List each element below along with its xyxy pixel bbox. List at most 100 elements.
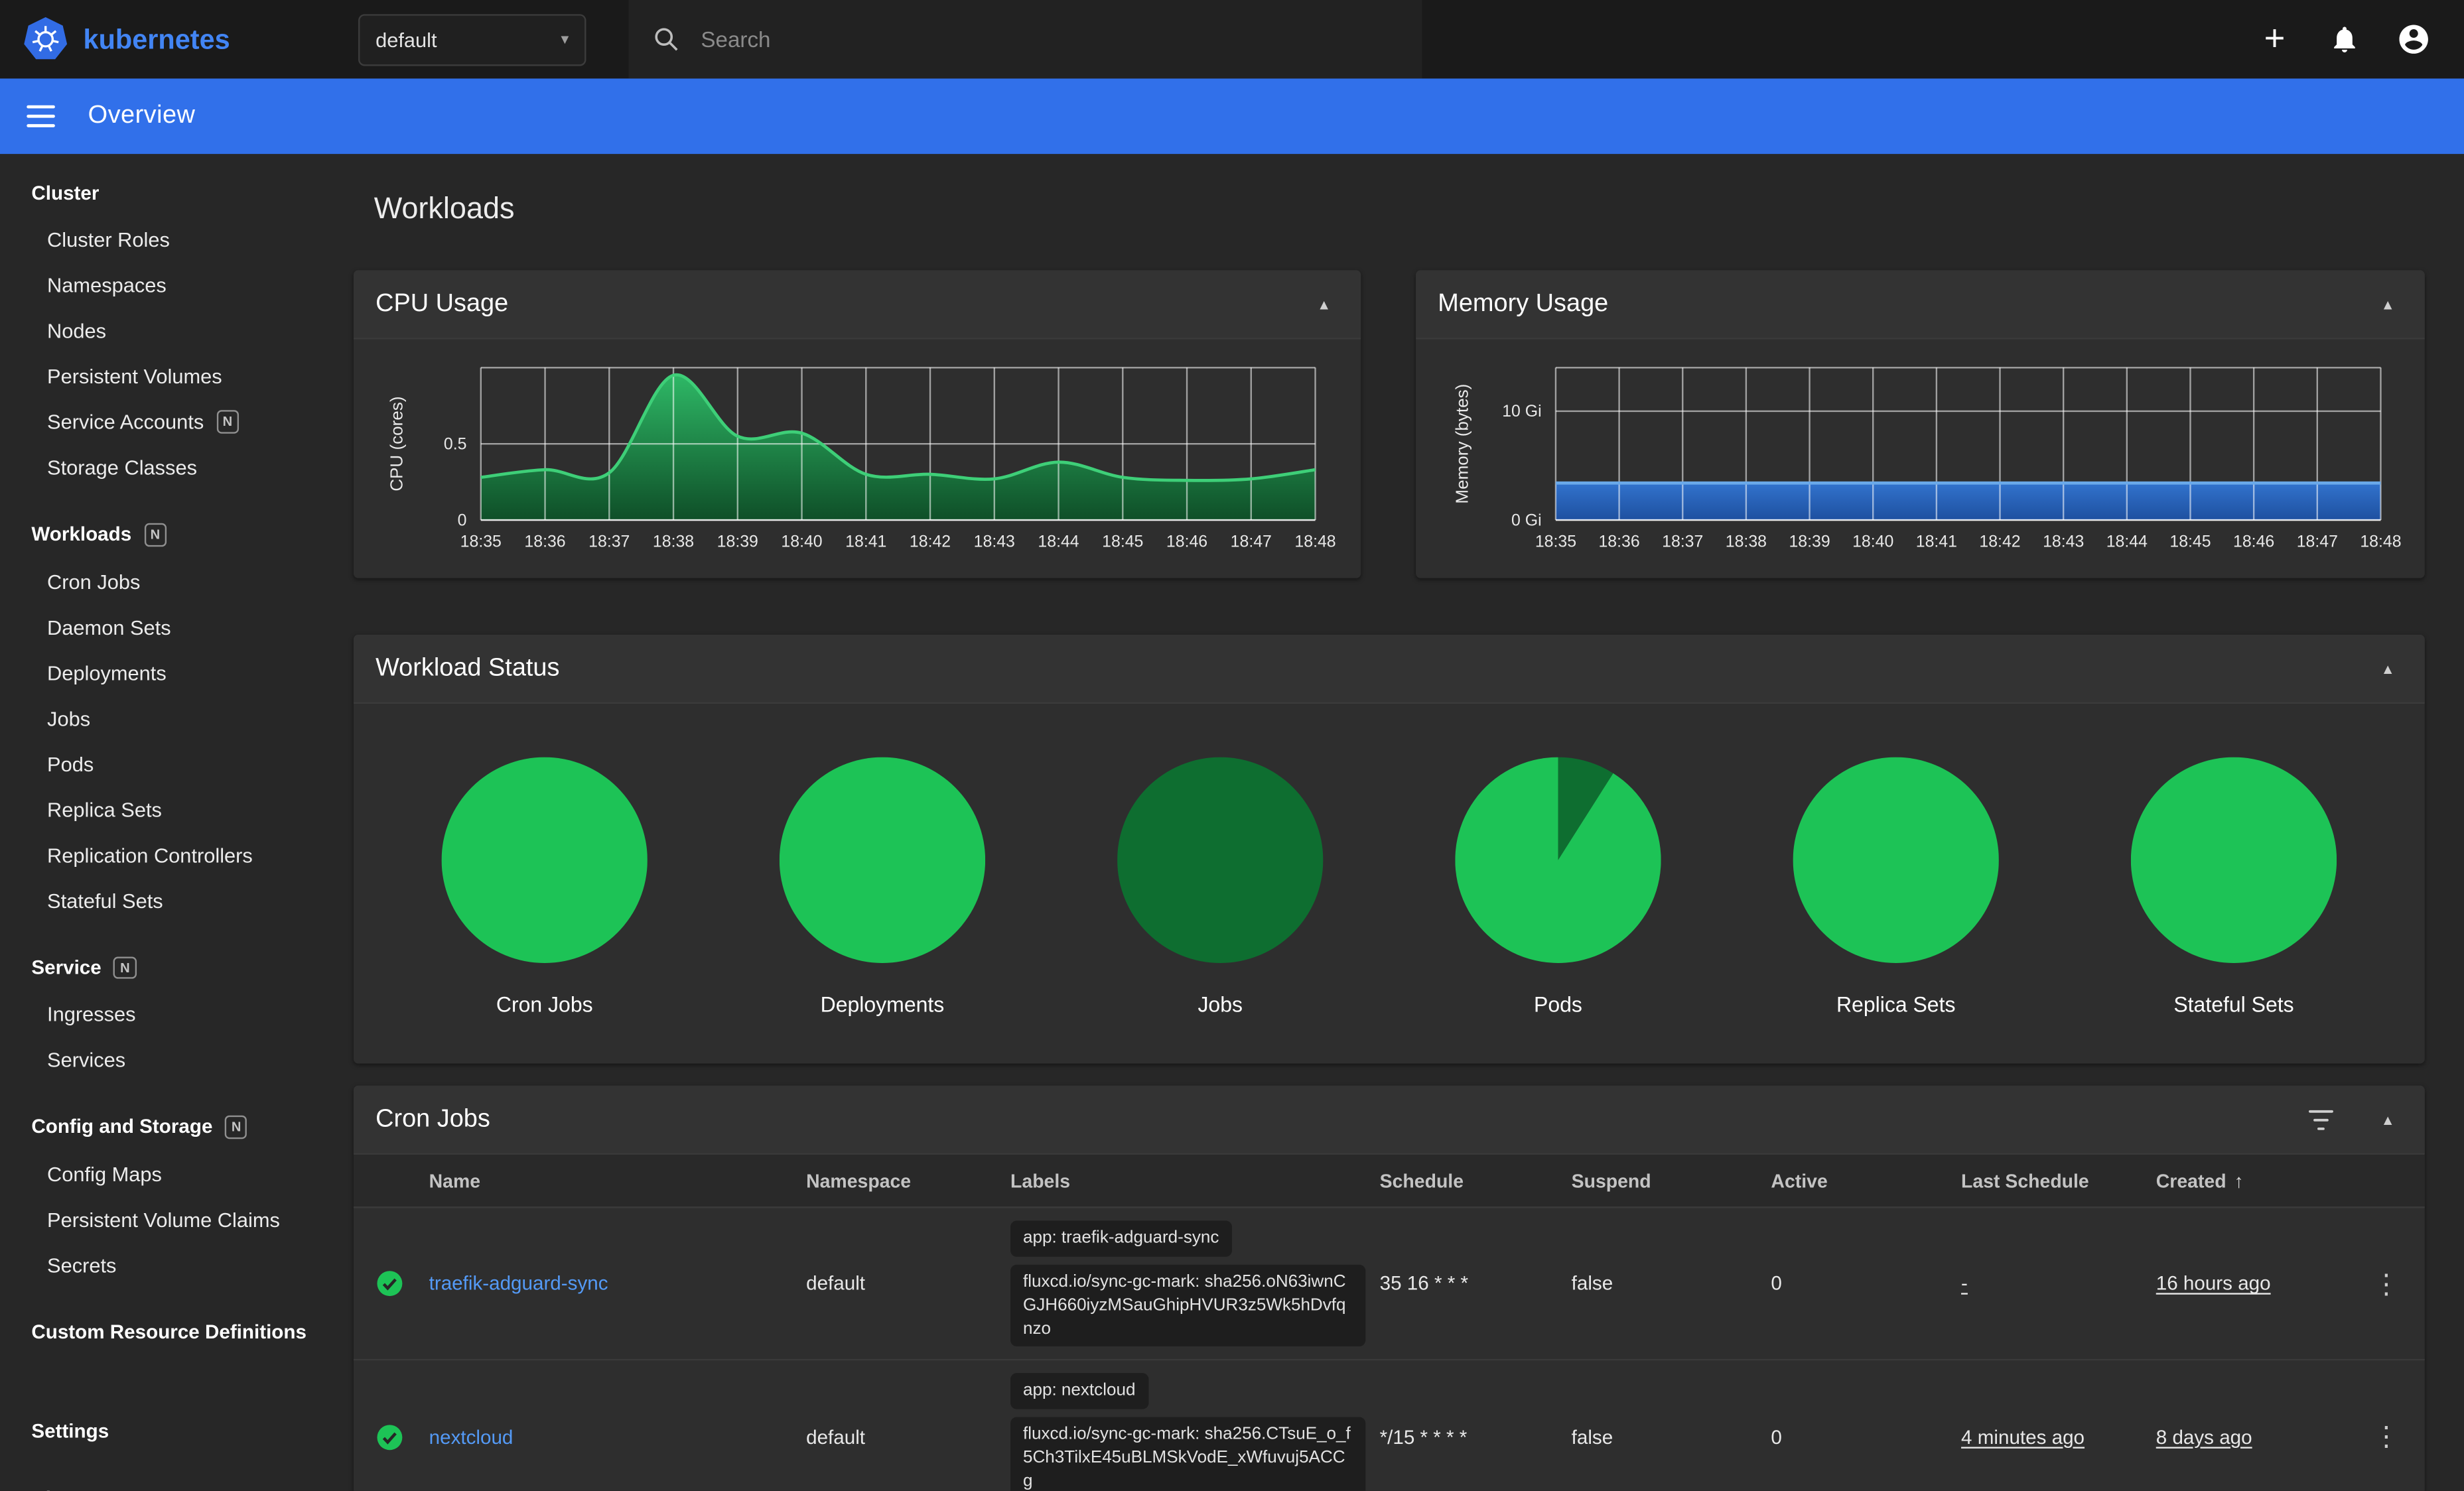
last-schedule-value: 4 minutes ago bbox=[1961, 1425, 2085, 1448]
sidebar-item-persistent-volumes[interactable]: Persistent Volumes bbox=[0, 354, 314, 399]
search-bar bbox=[628, 0, 1422, 79]
workload-status-card: Workload Status ▲ Cron Jobs Deployments Jo… bbox=[353, 634, 2425, 1064]
column-header-suspend[interactable]: Suspend bbox=[1572, 1169, 1771, 1191]
svg-text:18:42: 18:42 bbox=[910, 532, 951, 551]
column-header-active[interactable]: Active bbox=[1771, 1169, 1961, 1191]
last-schedule-cell: 4 minutes ago bbox=[1961, 1413, 2156, 1460]
sidebar-section-cluster: Cluster Cluster Roles Namespaces Nodes Persi… bbox=[0, 170, 314, 490]
column-header-schedule[interactable]: Schedule bbox=[1380, 1169, 1572, 1191]
cronjob-name-link[interactable]: traefik-adguard-sync bbox=[429, 1273, 608, 1295]
svg-text:18:39: 18:39 bbox=[717, 532, 758, 551]
filter-button[interactable] bbox=[2305, 1105, 2337, 1134]
usage-charts-row: CPU Usage ▲ 18:35 18:36 18:37 18:38 18:39 18:… bbox=[353, 270, 2425, 578]
sidebar-item-label: Stateful Sets bbox=[47, 888, 163, 912]
sidebar-item-label: Service Accounts bbox=[47, 410, 204, 434]
sidebar-item-label: Daemon Sets bbox=[47, 615, 171, 639]
sidebar-item-service-accounts[interactable]: Service Accounts N bbox=[0, 399, 314, 445]
sidebar-item-label: Cluster Roles bbox=[47, 227, 170, 251]
column-header-namespace[interactable]: Namespace bbox=[806, 1169, 1010, 1191]
sidebar-item-label: Deployments bbox=[47, 661, 167, 684]
svg-text:18:44: 18:44 bbox=[2106, 532, 2148, 551]
column-header-name[interactable]: Name bbox=[429, 1169, 806, 1191]
svg-text:18:46: 18:46 bbox=[1166, 532, 1207, 551]
svg-text:18:37: 18:37 bbox=[588, 532, 630, 551]
svg-text:18:38: 18:38 bbox=[1726, 532, 1767, 551]
sidebar-section-title: Cluster bbox=[31, 182, 100, 204]
column-header-label: Labels bbox=[1010, 1169, 1071, 1192]
sidebar-item-label: Secrets bbox=[47, 1252, 117, 1277]
sidebar-item-jobs[interactable]: Jobs bbox=[0, 695, 314, 741]
search-input[interactable] bbox=[701, 27, 1399, 52]
svg-text:18:36: 18:36 bbox=[524, 532, 565, 551]
workload-status-card-header: Workload Status ▲ bbox=[353, 634, 2425, 704]
kubernetes-dashboard: kubernetes default ▾ + bbox=[0, 0, 2464, 1491]
sidebar-item-stateful-sets[interactable]: Stateful Sets bbox=[0, 877, 314, 923]
column-header-label: Created bbox=[2156, 1169, 2226, 1192]
sidebar-item-cluster-roles[interactable]: Cluster Roles bbox=[0, 217, 314, 263]
sidebar-item-config-maps[interactable]: Config Maps bbox=[0, 1151, 314, 1197]
sidebar-section-title: Config and Storage bbox=[31, 1116, 213, 1138]
svg-text:18:48: 18:48 bbox=[2360, 532, 2401, 551]
account-circle-icon bbox=[2398, 25, 2428, 54]
collapse-memory-card-button[interactable]: ▲ bbox=[2378, 290, 2398, 318]
create-resource-button[interactable]: + bbox=[2244, 9, 2305, 70]
sidebar-item-replication-controllers[interactable]: Replication Controllers bbox=[0, 832, 314, 877]
notifications-button[interactable] bbox=[2313, 9, 2374, 70]
svg-text:18:40: 18:40 bbox=[1852, 532, 1893, 551]
pie-label: Replica Sets bbox=[1836, 992, 1956, 1017]
cronjob-name-link[interactable]: nextcloud bbox=[429, 1426, 513, 1448]
sidebar-item-label: Namespaces bbox=[47, 273, 167, 297]
cron-jobs-title: Cron Jobs bbox=[376, 1105, 490, 1132]
sidebar-item-label: Pods bbox=[47, 751, 94, 775]
brand-name: kubernetes bbox=[83, 23, 230, 54]
topbar-actions: + bbox=[2244, 9, 2464, 70]
sidebar-item-label: Storage Classes bbox=[47, 455, 198, 480]
svg-text:18:46: 18:46 bbox=[2233, 532, 2274, 551]
filter-icon bbox=[2309, 1109, 2334, 1130]
sidebar-item-about[interactable]: About bbox=[0, 1474, 314, 1491]
sidebar-item-pods[interactable]: Pods bbox=[0, 741, 314, 787]
kubernetes-logo-icon bbox=[24, 17, 68, 60]
sidebar-item-label: Persistent Volumes bbox=[47, 364, 222, 389]
row-menu-button[interactable]: ⋮ bbox=[2363, 1420, 2409, 1453]
sidebar-item-settings[interactable]: Settings bbox=[0, 1407, 314, 1454]
column-header-created[interactable]: Created ↑ bbox=[2156, 1169, 2361, 1191]
row-menu-button[interactable]: ⋮ bbox=[2363, 1267, 2409, 1301]
sidebar-item-persistent-volume-claims[interactable]: Persistent Volume Claims bbox=[0, 1197, 314, 1242]
cpu-usage-card: CPU Usage ▲ 18:35 18:36 18:37 18:38 18:39 18:… bbox=[353, 270, 1361, 578]
labels-cell: app: traefik-adguard-sync fluxcd.io/sync-… bbox=[1010, 1208, 1380, 1359]
collapse-cpu-card-button[interactable]: ▲ bbox=[1314, 290, 1334, 318]
sidebar-section-title: Workloads bbox=[31, 523, 132, 546]
sidebar-item-label: Persistent Volume Claims bbox=[47, 1207, 280, 1231]
sidebar-item-deployments[interactable]: Deployments bbox=[0, 649, 314, 695]
cpu-usage-chart: 18:35 18:36 18:37 18:38 18:39 18:40 18:41 18:42… bbox=[386, 367, 1336, 551]
column-header-last-schedule[interactable]: Last Schedule bbox=[1961, 1169, 2156, 1191]
sidebar-item-secrets[interactable]: Secrets bbox=[0, 1242, 314, 1287]
new-badge: N bbox=[216, 410, 239, 434]
sidebar-item-ingresses[interactable]: Ingresses bbox=[0, 992, 314, 1037]
sidebar-item-config-and-storage: Config and Storage N bbox=[0, 1103, 314, 1151]
sidebar-item-nodes[interactable]: Nodes bbox=[0, 308, 314, 354]
sidebar-item-custom-resource-definitions[interactable]: Custom Resource Definitions bbox=[0, 1308, 314, 1355]
sidebar-item-services[interactable]: Services bbox=[0, 1037, 314, 1082]
column-header-labels[interactable]: Labels bbox=[1010, 1169, 1380, 1191]
svg-text:18:38: 18:38 bbox=[653, 532, 694, 551]
menu-icon[interactable] bbox=[27, 105, 55, 127]
sidebar-item-cron-jobs[interactable]: Cron Jobs bbox=[0, 558, 314, 604]
brand[interactable]: kubernetes bbox=[0, 16, 358, 63]
pie-label: Pods bbox=[1534, 992, 1582, 1017]
main-content: Workloads CPU Usage ▲ 18:35 18:36 18:37 18:… bbox=[314, 154, 2464, 1491]
sidebar-item-replica-sets[interactable]: Replica Sets bbox=[0, 786, 314, 832]
sidebar-item-namespaces[interactable]: Namespaces bbox=[0, 263, 314, 308]
collapse-cron-jobs-button[interactable]: ▲ bbox=[2378, 1105, 2398, 1134]
svg-text:CPU (cores): CPU (cores) bbox=[386, 396, 406, 491]
sidebar-item-storage-classes[interactable]: Storage Classes bbox=[0, 444, 314, 490]
collapse-workload-status-button[interactable]: ▲ bbox=[2378, 655, 2398, 683]
svg-text:0: 0 bbox=[458, 511, 467, 529]
sidebar-item-daemon-sets[interactable]: Daemon Sets bbox=[0, 604, 314, 650]
account-button[interactable] bbox=[2382, 9, 2443, 70]
column-header-label: Active bbox=[1771, 1169, 1828, 1192]
page-header-title: Overview bbox=[88, 101, 196, 129]
column-header-label: Suspend bbox=[1571, 1169, 1651, 1192]
namespace-selector[interactable]: default ▾ bbox=[358, 13, 586, 66]
